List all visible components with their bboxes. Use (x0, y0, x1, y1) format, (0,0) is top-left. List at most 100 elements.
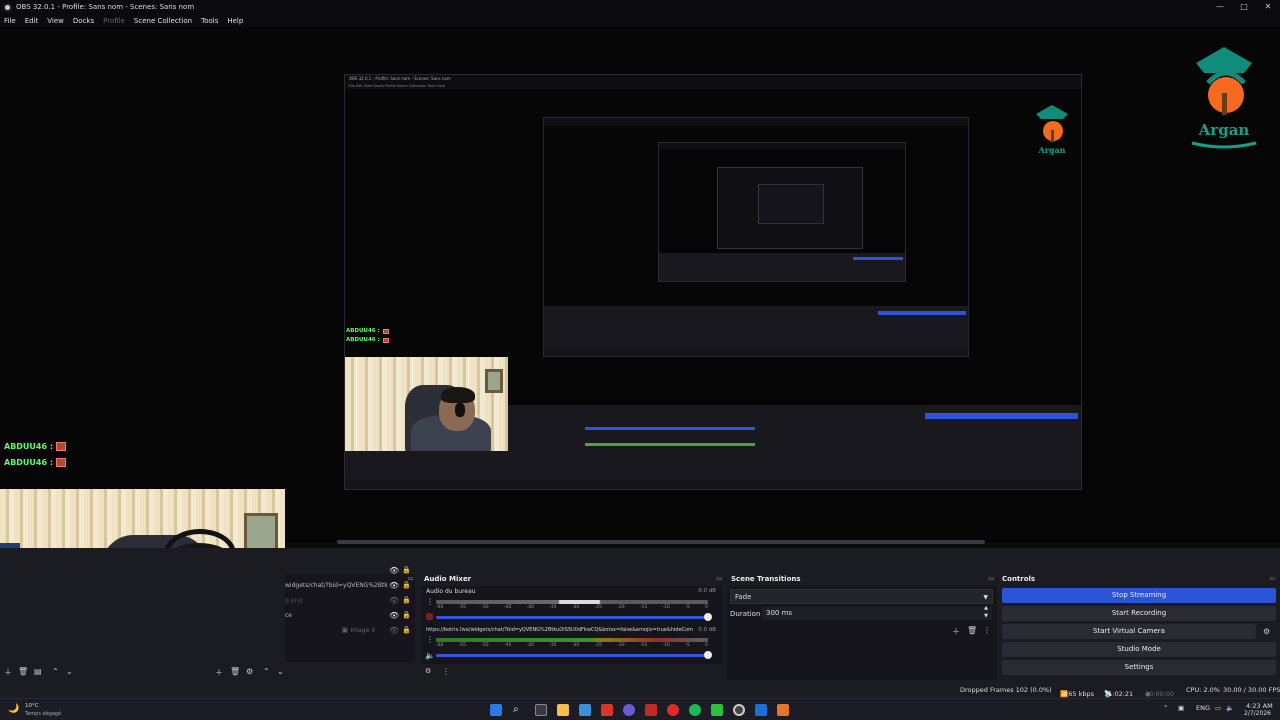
start-recording-button[interactable]: Start Recording (1002, 606, 1276, 621)
source-row[interactable]: 👁 🔒 (285, 563, 415, 578)
app-red-icon[interactable] (645, 704, 657, 716)
volume-meter (436, 638, 708, 642)
volume-tray-icon[interactable]: 🔈 (1226, 704, 1234, 712)
source-row[interactable]: g.png 👁 🔒 (285, 593, 415, 608)
obs-taskbar-icon[interactable] (733, 704, 745, 716)
tray-chevron-up-icon[interactable]: ⌃ (1163, 704, 1168, 712)
brave-icon[interactable] (601, 704, 613, 716)
app-blue-icon[interactable] (755, 704, 767, 716)
source-row[interactable]: ▣ Image 3 👁 🔒 (285, 623, 415, 638)
stop-streaming-button[interactable]: Stop Streaming (1002, 588, 1276, 603)
menu-profile[interactable]: Profile (103, 17, 125, 25)
move-source-up-button[interactable]: ⌃ (263, 667, 270, 676)
spotify-icon[interactable] (689, 704, 701, 716)
dock-area: widgets/chat/?bid=yQVENG%2Btk 👁 🔒 👁 🔒 g.… (0, 548, 1280, 682)
svg-text:Argan: Argan (1198, 121, 1250, 139)
audio-mixer-popout-icon[interactable]: ▭ (716, 573, 722, 585)
svg-text:Argan: Argan (1037, 145, 1065, 155)
remove-scene-button[interactable]: 🗑 (18, 667, 28, 676)
argan-logo-nested: Argan (1036, 105, 1068, 155)
lock-icon[interactable]: 🔒 (402, 608, 411, 623)
maximize-button[interactable]: □ (1232, 0, 1256, 14)
duration-stepper-icon[interactable]: ▲ ▼ (984, 604, 988, 620)
cpu-usage: CPU: 2.0% (1186, 686, 1220, 694)
opera-icon[interactable] (667, 704, 679, 716)
app-orange-icon[interactable] (777, 704, 789, 716)
audio-settings-icon[interactable]: ⚙ (425, 667, 431, 675)
remove-source-button[interactable]: 🗑 (230, 667, 240, 676)
scene-filters-icon[interactable]: ▤ (34, 667, 42, 676)
media-player-icon[interactable] (711, 704, 723, 716)
preview-scrollbar[interactable] (337, 540, 985, 544)
tray-app-icon[interactable]: ▣ (1178, 704, 1184, 712)
menu-docks[interactable]: Docks (73, 17, 94, 25)
file-explorer-icon[interactable] (557, 704, 569, 716)
audio-mixer-menu-icon[interactable]: ⋮ (442, 667, 450, 676)
nested-chat-line: ABDUU46 : (346, 337, 389, 343)
channel-menu-icon[interactable]: ⋮ (426, 635, 434, 644)
minimize-button[interactable]: — (1208, 0, 1232, 14)
volume-slider[interactable] (436, 654, 708, 657)
visibility-eye-icon[interactable]: 👁 (389, 623, 399, 638)
transition-menu-icon[interactable]: ⋮ (983, 626, 991, 635)
speaker-icon[interactable]: 🔈 (425, 651, 435, 660)
volume-slider-knob[interactable] (704, 613, 712, 621)
duration-input[interactable]: 300 ms ▲ ▼ (762, 604, 992, 620)
menu-view[interactable]: View (47, 17, 64, 25)
close-button[interactable]: ✕ (1256, 0, 1280, 14)
mixer-channel-browser: https://botrix.live/widgets/chat/?bid=yQ… (425, 627, 716, 660)
network-tray-icon[interactable]: ▭ (1215, 704, 1221, 712)
settings-button[interactable]: Settings (1002, 660, 1276, 675)
menu-tools[interactable]: Tools (201, 17, 218, 25)
menu-scene-collection[interactable]: Scene Collection (134, 17, 192, 25)
studio-mode-button[interactable]: Studio Mode (1002, 642, 1276, 657)
nested-obs-capture-2 (543, 117, 969, 357)
nested-webcam-feed (345, 357, 508, 451)
search-icon[interactable]: ⌕ (513, 704, 525, 716)
remove-transition-button[interactable]: 🗑 (967, 626, 977, 635)
nested-obs-capture-3 (658, 142, 906, 282)
add-scene-button[interactable]: ＋ (4, 667, 12, 678)
scene-transitions-header: Scene Transitions ▭ (731, 573, 994, 585)
visibility-eye-icon[interactable]: 👁 (389, 608, 399, 623)
clock-time[interactable]: 4:23 AM (1246, 702, 1273, 710)
visibility-eye-icon[interactable]: 👁 (389, 563, 399, 578)
menu-edit[interactable]: Edit (25, 17, 39, 25)
lock-icon[interactable]: 🔒 (402, 623, 411, 638)
add-source-button[interactable]: ＋ (215, 667, 223, 678)
move-scene-down-button[interactable]: ⌄ (66, 667, 73, 676)
visibility-eye-icon[interactable]: 👁 (389, 578, 399, 593)
source-properties-gear-icon[interactable]: ⚙ (246, 667, 253, 676)
virtual-camera-settings-gear-icon[interactable]: ⚙ (1263, 627, 1270, 636)
store-icon[interactable] (579, 704, 591, 716)
channel-menu-icon[interactable]: ⋮ (426, 597, 434, 606)
preview-canvas[interactable]: OBS 32.0.1 - Profile: Sans nom - Scenes:… (0, 27, 1280, 651)
lock-icon[interactable]: 🔒 (402, 593, 411, 608)
language-indicator[interactable]: ENG (1196, 704, 1210, 712)
sources-popout-icon[interactable]: ▭ (408, 575, 414, 582)
transition-select[interactable]: Fade ▼ (730, 589, 993, 604)
volume-slider[interactable] (436, 616, 708, 619)
clock-date[interactable]: 2/7/2026 (1244, 710, 1271, 717)
start-virtual-camera-button[interactable]: Start Virtual Camera (1002, 624, 1256, 639)
window-controls: — □ ✕ (1208, 0, 1280, 14)
messenger-icon[interactable] (623, 704, 635, 716)
windows-start-icon[interactable] (490, 704, 502, 716)
visibility-eye-icon[interactable]: 👁 (389, 593, 399, 608)
dropped-frames: Dropped Frames 102 (0.0%) (960, 686, 1052, 694)
muted-indicator-icon[interactable] (426, 613, 433, 620)
menu-file[interactable]: File (4, 17, 16, 25)
meter-ticks: -60 -55 -50 -45 -40 -35 -30 -25 -20 -15 -10 -5 0 (436, 605, 708, 610)
source-row[interactable]: widgets/chat/?bid=yQVENG%2Btk 👁 🔒 (285, 578, 415, 593)
controls-popout-icon[interactable]: ▭ (1269, 573, 1275, 585)
weather-icon: 🌙 (8, 704, 20, 714)
source-row[interactable]: ce 👁 🔒 (285, 608, 415, 623)
move-source-down-button[interactable]: ⌄ (277, 667, 284, 676)
weather-temp: 10°C (25, 703, 39, 709)
menu-help[interactable]: Help (227, 17, 243, 25)
task-view-icon[interactable] (535, 704, 547, 716)
transitions-popout-icon[interactable]: ▭ (988, 573, 994, 585)
move-scene-up-button[interactable]: ⌃ (52, 667, 59, 676)
volume-slider-knob[interactable] (704, 651, 712, 659)
add-transition-button[interactable]: ＋ (952, 626, 960, 637)
